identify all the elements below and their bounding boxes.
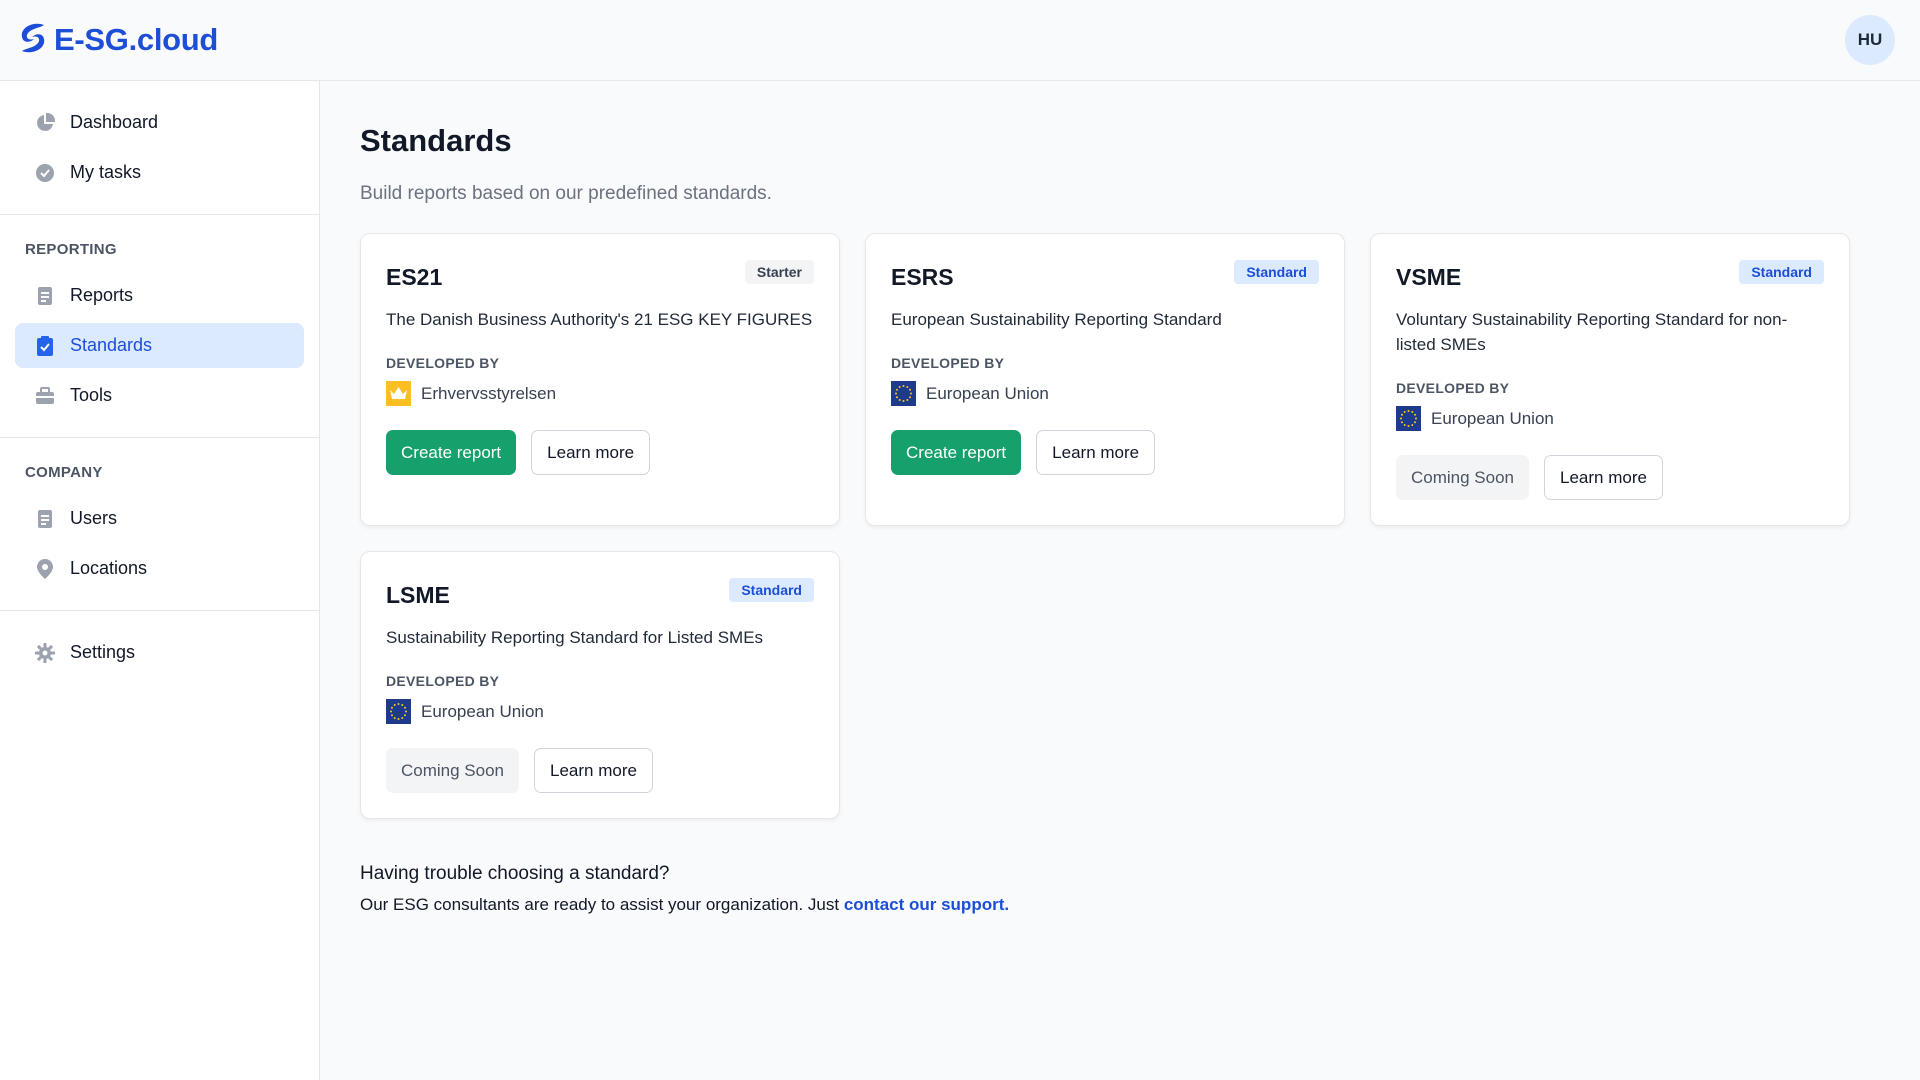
sidebar-item-reports[interactable]: Reports bbox=[15, 273, 304, 318]
developer-row: Erhvervsstyrelsen bbox=[386, 381, 814, 406]
sidebar-item-users[interactable]: Users bbox=[15, 496, 304, 541]
developer-row: European Union bbox=[1396, 406, 1824, 431]
sidebar-item-tools[interactable]: Tools bbox=[15, 373, 304, 418]
create-report-button[interactable]: Create report bbox=[386, 430, 517, 475]
developed-by-label: DEVELOPED BY bbox=[386, 673, 500, 689]
sidebar-item-label: Locations bbox=[70, 558, 148, 578]
main-content: Standards Build reports based on our pre… bbox=[360, 81, 1900, 915]
help-section: Having trouble choosing a standard? Our … bbox=[360, 863, 1900, 915]
tier-badge: Starter bbox=[744, 260, 814, 284]
learn-more-button[interactable]: Learn more bbox=[1544, 455, 1663, 500]
document-icon bbox=[35, 286, 55, 306]
brand-name: E-SG.cloud bbox=[54, 22, 219, 57]
sidebar-item-label: Settings bbox=[70, 642, 136, 662]
coming-soon-button: Coming Soon bbox=[1396, 455, 1530, 500]
sidebar-item-settings[interactable]: Settings bbox=[15, 630, 304, 675]
sidebar-group-main: Dashboard My tasks bbox=[0, 81, 319, 215]
pie-chart-icon bbox=[35, 112, 55, 133]
card-title: ESRS bbox=[891, 264, 954, 290]
card-description: Voluntary Sustainability Reporting Stand… bbox=[1396, 310, 1788, 354]
card-description: European Sustainability Reporting Standa… bbox=[891, 310, 1222, 329]
sidebar-heading-reporting: REPORTING bbox=[25, 241, 117, 258]
developer-name: European Union bbox=[926, 383, 1049, 403]
developer-name: Erhvervsstyrelsen bbox=[421, 383, 557, 403]
sidebar-group-reporting: REPORTING Reports Standards Tools bbox=[0, 215, 319, 438]
help-text: Our ESG consultants are ready to assist … bbox=[360, 895, 840, 914]
developer-name: European Union bbox=[421, 701, 544, 721]
coming-soon-button: Coming Soon bbox=[386, 748, 520, 793]
users-icon bbox=[35, 509, 55, 529]
developer-name: European Union bbox=[1431, 408, 1554, 428]
brand-logo[interactable]: E-SG.cloud bbox=[14, 19, 218, 62]
contact-support-link[interactable]: contact our support. bbox=[844, 895, 1009, 914]
card-title: VSME bbox=[1396, 264, 1462, 290]
sidebar-group-bottom: Settings bbox=[0, 611, 319, 694]
help-text-row: Our ESG consultants are ready to assist … bbox=[360, 895, 1900, 915]
card-description: The Danish Business Authority's 21 ESG K… bbox=[386, 310, 813, 329]
sidebar-item-label: Users bbox=[70, 508, 118, 528]
sidebar-item-label: Reports bbox=[70, 285, 134, 305]
sidebar-item-label: Standards bbox=[70, 335, 153, 355]
standards-grid: ES21 Starter The Danish Business Authori… bbox=[360, 233, 1900, 819]
eu-flag-icon bbox=[1396, 406, 1421, 431]
create-report-button[interactable]: Create report bbox=[891, 430, 1022, 475]
toolbox-icon bbox=[35, 386, 55, 406]
card-title: ES21 bbox=[386, 264, 443, 290]
card-description: Sustainability Reporting Standard for Li… bbox=[386, 628, 764, 647]
page-title: Standards bbox=[360, 123, 512, 158]
standard-card-lsme: LSME Standard Sustainability Reporting S… bbox=[360, 551, 840, 819]
logo-icon bbox=[14, 19, 52, 62]
check-circle-icon bbox=[35, 163, 55, 183]
sidebar-group-company: COMPANY Users Locations bbox=[0, 438, 319, 611]
card-title: LSME bbox=[386, 582, 450, 608]
eu-flag-icon bbox=[386, 699, 411, 724]
developed-by-label: DEVELOPED BY bbox=[386, 355, 500, 371]
developer-row: European Union bbox=[891, 381, 1319, 406]
sidebar: Dashboard My tasks REPORTING Reports Sta… bbox=[0, 81, 320, 1080]
gear-icon bbox=[35, 642, 55, 663]
top-header: E-SG.cloud HU bbox=[0, 0, 1920, 81]
tier-badge: Standard bbox=[729, 578, 814, 602]
developed-by-label: DEVELOPED BY bbox=[891, 355, 1005, 371]
standard-card-vsme: VSME Standard Voluntary Sustainability R… bbox=[1370, 233, 1850, 526]
standard-card-es21: ES21 Starter The Danish Business Authori… bbox=[360, 233, 840, 526]
sidebar-item-label: Dashboard bbox=[70, 112, 159, 132]
developed-by-label: DEVELOPED BY bbox=[1396, 380, 1510, 396]
sidebar-item-dashboard[interactable]: Dashboard bbox=[15, 100, 304, 145]
sidebar-item-my-tasks[interactable]: My tasks bbox=[15, 150, 304, 195]
help-title: Having trouble choosing a standard? bbox=[360, 863, 670, 884]
page-subtitle: Build reports based on our predefined st… bbox=[360, 183, 772, 204]
learn-more-button[interactable]: Learn more bbox=[1036, 430, 1156, 475]
crown-icon bbox=[386, 381, 411, 406]
eu-flag-icon bbox=[891, 381, 916, 406]
sidebar-item-locations[interactable]: Locations bbox=[15, 546, 304, 591]
sidebar-heading-company: COMPANY bbox=[25, 464, 103, 481]
standard-card-esrs: ESRS Standard European Sustainability Re… bbox=[865, 233, 1345, 526]
developer-row: European Union bbox=[386, 699, 814, 724]
tier-badge: Standard bbox=[1739, 260, 1824, 284]
user-avatar[interactable]: HU bbox=[1845, 15, 1895, 65]
sidebar-item-label: Tools bbox=[70, 385, 113, 405]
clipboard-check-icon bbox=[35, 335, 55, 356]
learn-more-button[interactable]: Learn more bbox=[531, 430, 651, 475]
sidebar-item-label: My tasks bbox=[70, 162, 142, 182]
tier-badge: Standard bbox=[1234, 260, 1319, 284]
sidebar-item-standards[interactable]: Standards bbox=[15, 323, 304, 368]
map-pin-icon bbox=[35, 558, 55, 579]
learn-more-button[interactable]: Learn more bbox=[534, 748, 653, 793]
